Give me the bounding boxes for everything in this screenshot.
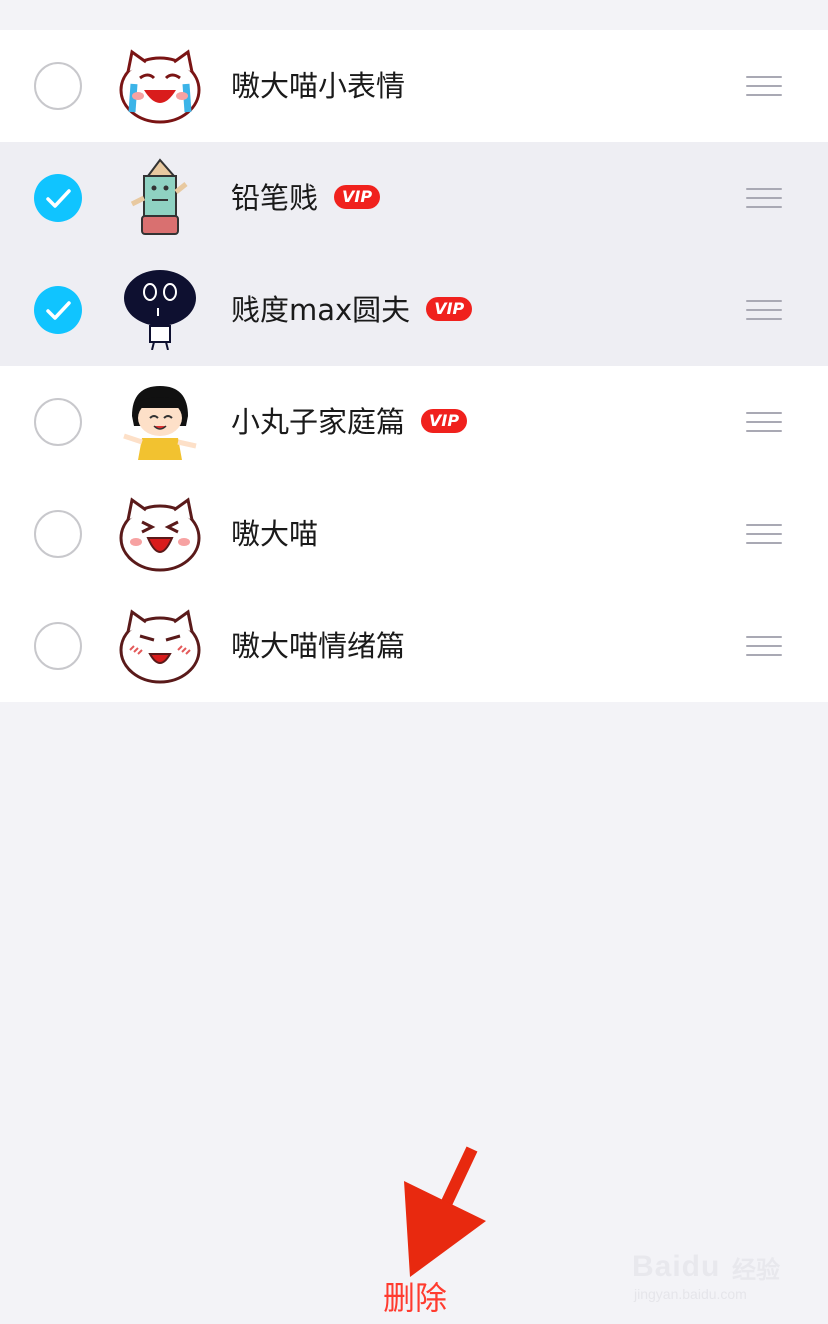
sticker-row[interactable]: 贱度max圆夫 VIP — [0, 254, 828, 366]
sticker-row[interactable]: 小丸子家庭篇 VIP — [0, 366, 828, 478]
sticker-name: 嗷大喵情绪篇 — [231, 590, 405, 702]
drag-handle-icon[interactable] — [746, 636, 782, 656]
watermark-url: jingyan.baidu.com — [634, 1286, 747, 1302]
checkbox-checked-icon[interactable] — [34, 286, 82, 334]
sticker-list: 嗷大喵小表情 铅笔贱 VIP 贱度max圆夫 VIP 小丸子家庭篇 VIP 嗷大… — [0, 30, 828, 702]
sticker-name: 小丸子家庭篇 VIP — [231, 366, 468, 478]
checkbox-checked-icon[interactable] — [34, 174, 82, 222]
vip-badge: VIP — [421, 409, 468, 433]
girl-character-sticker-icon — [123, 386, 197, 460]
watermark-brand: Baidu — [632, 1250, 721, 1283]
top-spacer — [0, 0, 828, 30]
watermark-brand-cn: 经验 — [732, 1256, 780, 1284]
drag-handle-icon[interactable] — [746, 524, 782, 544]
vip-badge: VIP — [334, 185, 381, 209]
sticker-name: 贱度max圆夫 VIP — [231, 254, 473, 366]
drag-handle-icon[interactable] — [746, 188, 782, 208]
sticker-name: 嗷大喵小表情 — [231, 30, 405, 142]
sticker-name-text: 嗷大喵 — [231, 517, 319, 551]
vip-badge: VIP — [426, 297, 473, 321]
baidu-jingyan-watermark: Baidu 经验 jingyan.baidu.com — [632, 1232, 792, 1312]
drag-handle-icon[interactable] — [746, 76, 782, 96]
sticker-name: 嗷大喵 — [231, 478, 318, 590]
sticker-name: 铅笔贱 VIP — [231, 142, 381, 254]
delete-button[interactable]: 删除 — [375, 1278, 455, 1318]
cat-laughing-sticker-icon — [119, 497, 201, 572]
sticker-row[interactable]: 嗷大喵情绪篇 — [0, 590, 828, 702]
sticker-row[interactable]: 嗷大喵 — [0, 478, 828, 590]
sticker-name-text: 小丸子家庭篇 — [231, 405, 406, 439]
sticker-row[interactable]: 嗷大喵小表情 — [0, 30, 828, 142]
sticker-row[interactable]: 铅笔贱 VIP — [0, 142, 828, 254]
red-arrow-annotation-icon — [404, 1146, 486, 1277]
cat-crying-sticker-icon — [119, 49, 201, 124]
sticker-name-text: 铅笔贱 — [231, 181, 319, 215]
checkbox-icon[interactable] — [34, 622, 82, 670]
sticker-name-text: 嗷大喵情绪篇 — [231, 629, 406, 663]
sticker-name-text: 贱度max圆夫 — [231, 293, 411, 327]
cat-blushing-sticker-icon — [119, 609, 201, 684]
sticker-name-text: 嗷大喵小表情 — [231, 69, 406, 103]
round-head-character-sticker-icon — [124, 270, 196, 350]
checkbox-icon[interactable] — [34, 62, 82, 110]
checkbox-icon[interactable] — [34, 510, 82, 558]
drag-handle-icon[interactable] — [746, 412, 782, 432]
pencil-character-sticker-icon — [130, 158, 188, 235]
checkbox-icon[interactable] — [34, 398, 82, 446]
drag-handle-icon[interactable] — [746, 300, 782, 320]
